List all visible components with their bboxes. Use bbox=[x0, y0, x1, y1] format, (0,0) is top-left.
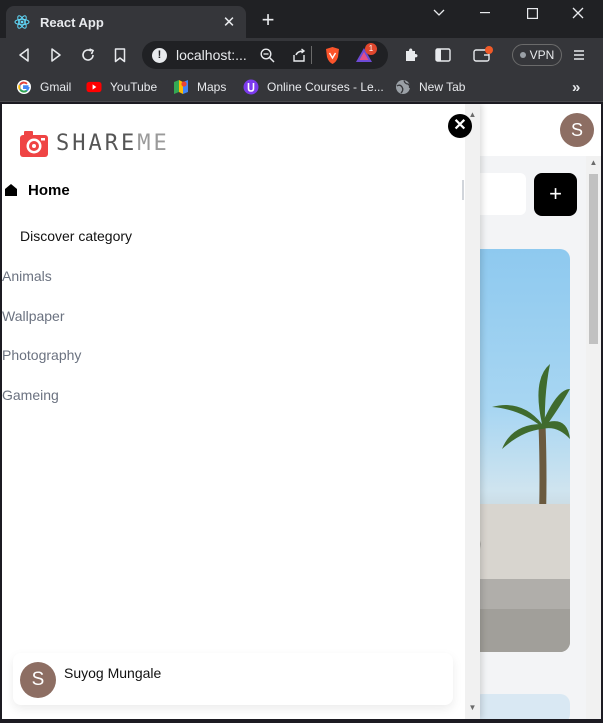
bookmark-label: Maps bbox=[197, 80, 227, 94]
avatar: S bbox=[20, 662, 56, 698]
sidebar-item-gameing[interactable]: Gameing bbox=[2, 387, 59, 403]
sidebar-toggle-icon[interactable] bbox=[431, 43, 455, 67]
forward-icon[interactable] bbox=[44, 43, 68, 67]
home-icon bbox=[5, 184, 17, 196]
bookmark-label: Gmail bbox=[40, 80, 72, 94]
camera-icon bbox=[20, 131, 48, 157]
bookmark-new-tab[interactable]: New Tab bbox=[395, 78, 465, 96]
omnibox-divider bbox=[311, 46, 312, 64]
maps-icon bbox=[173, 79, 189, 95]
bookmark-gmail[interactable]: Gmail bbox=[16, 78, 71, 96]
address-bar[interactable]: ! localhost:... 1 bbox=[142, 41, 388, 69]
mobile-sidebar: ▲ ▼ ✕ SHAREME Home Discover category Ani… bbox=[2, 104, 480, 719]
tab-search-icon[interactable] bbox=[416, 0, 462, 26]
discover-heading: Discover category bbox=[20, 228, 133, 244]
bookmark-maps[interactable]: Maps bbox=[173, 78, 226, 96]
reload-icon[interactable] bbox=[76, 43, 100, 67]
pin-card[interactable] bbox=[472, 694, 570, 719]
gmail-icon bbox=[16, 79, 32, 95]
page-scrollbar[interactable]: ▲ bbox=[586, 156, 601, 719]
minimize-icon[interactable] bbox=[462, 0, 508, 26]
shareme-logo[interactable]: SHAREME bbox=[20, 129, 170, 157]
online-courses-icon bbox=[243, 79, 259, 95]
sidebar-scroll-down-icon[interactable]: ▼ bbox=[465, 701, 480, 715]
bookmarks-overflow-icon[interactable]: » bbox=[572, 78, 580, 96]
page-viewport: S + ▲ ▲ ▼ ✕ SHAREME Home Discover catego… bbox=[2, 104, 601, 719]
vpn-status-dot bbox=[519, 52, 526, 58]
tab-title: React App bbox=[40, 14, 104, 30]
window-close-icon[interactable] bbox=[555, 0, 601, 26]
globe-icon bbox=[395, 79, 411, 95]
react-icon bbox=[14, 14, 30, 30]
sidebar-item-animals[interactable]: Animals bbox=[2, 268, 52, 284]
menu-icon[interactable] bbox=[567, 43, 591, 67]
extensions-icon[interactable] bbox=[399, 43, 423, 67]
vpn-label: VPN bbox=[529, 48, 555, 62]
browser-tab[interactable]: React App ✕ bbox=[6, 6, 246, 38]
bookmark-label: YouTube bbox=[110, 80, 158, 94]
maximize-icon[interactable] bbox=[509, 0, 555, 26]
sidebar-item-home[interactable]: Home bbox=[2, 178, 464, 202]
sidebar-item-wallpaper[interactable]: Wallpaper bbox=[2, 308, 65, 324]
sidebar-scrollbar[interactable]: ▲ ▼ bbox=[465, 104, 480, 719]
logo-text: SHAREME bbox=[56, 131, 170, 156]
active-indicator bbox=[462, 180, 464, 200]
rewards-badge: 1 bbox=[365, 43, 377, 55]
user-name: Suyog Mungale bbox=[64, 665, 162, 681]
bookmark-label: New Tab bbox=[419, 80, 466, 94]
bookmark-youtube[interactable]: YouTube bbox=[86, 78, 157, 96]
scroll-up-icon[interactable]: ▲ bbox=[586, 156, 601, 170]
vpn-button[interactable]: VPN bbox=[512, 44, 562, 66]
back-icon[interactable] bbox=[12, 43, 36, 67]
new-tab-button[interactable]: + bbox=[256, 8, 280, 32]
close-sidebar-button[interactable]: ✕ bbox=[448, 114, 472, 138]
bookmark-icon[interactable] bbox=[108, 43, 132, 67]
sidebar-item-label: Home bbox=[28, 181, 70, 199]
youtube-icon bbox=[86, 79, 102, 95]
bookmarks-bar: Gmail YouTube Maps Online Courses - Le..… bbox=[0, 72, 603, 102]
sidebar-item-photography[interactable]: Photography bbox=[2, 347, 81, 363]
share-icon[interactable] bbox=[291, 47, 307, 63]
browser-toolbar: ! localhost:... 1 VPN bbox=[0, 38, 603, 72]
url-text[interactable]: localhost:... bbox=[176, 47, 248, 63]
site-info-icon[interactable]: ! bbox=[152, 47, 167, 63]
scrollbar-thumb[interactable] bbox=[589, 174, 598, 344]
brave-shield-icon[interactable] bbox=[324, 46, 341, 65]
logo-text-accent: ME bbox=[137, 130, 170, 156]
logo-text-main: SHARE bbox=[56, 130, 138, 156]
bookmark-label: Online Courses - Le... bbox=[267, 80, 384, 94]
wallet-icon[interactable] bbox=[471, 43, 495, 67]
create-pin-button[interactable]: + bbox=[534, 173, 577, 216]
brave-rewards-icon[interactable]: 1 bbox=[355, 43, 377, 63]
bookmark-online-courses[interactable]: Online Courses - Le... bbox=[243, 78, 384, 96]
tab-close-icon[interactable]: ✕ bbox=[220, 13, 238, 31]
tab-strip: React App ✕ + bbox=[0, 0, 603, 38]
user-profile-link[interactable]: S Suyog Mungale bbox=[13, 653, 453, 705]
header-avatar[interactable]: S bbox=[560, 113, 594, 147]
zoom-icon[interactable] bbox=[260, 47, 275, 63]
